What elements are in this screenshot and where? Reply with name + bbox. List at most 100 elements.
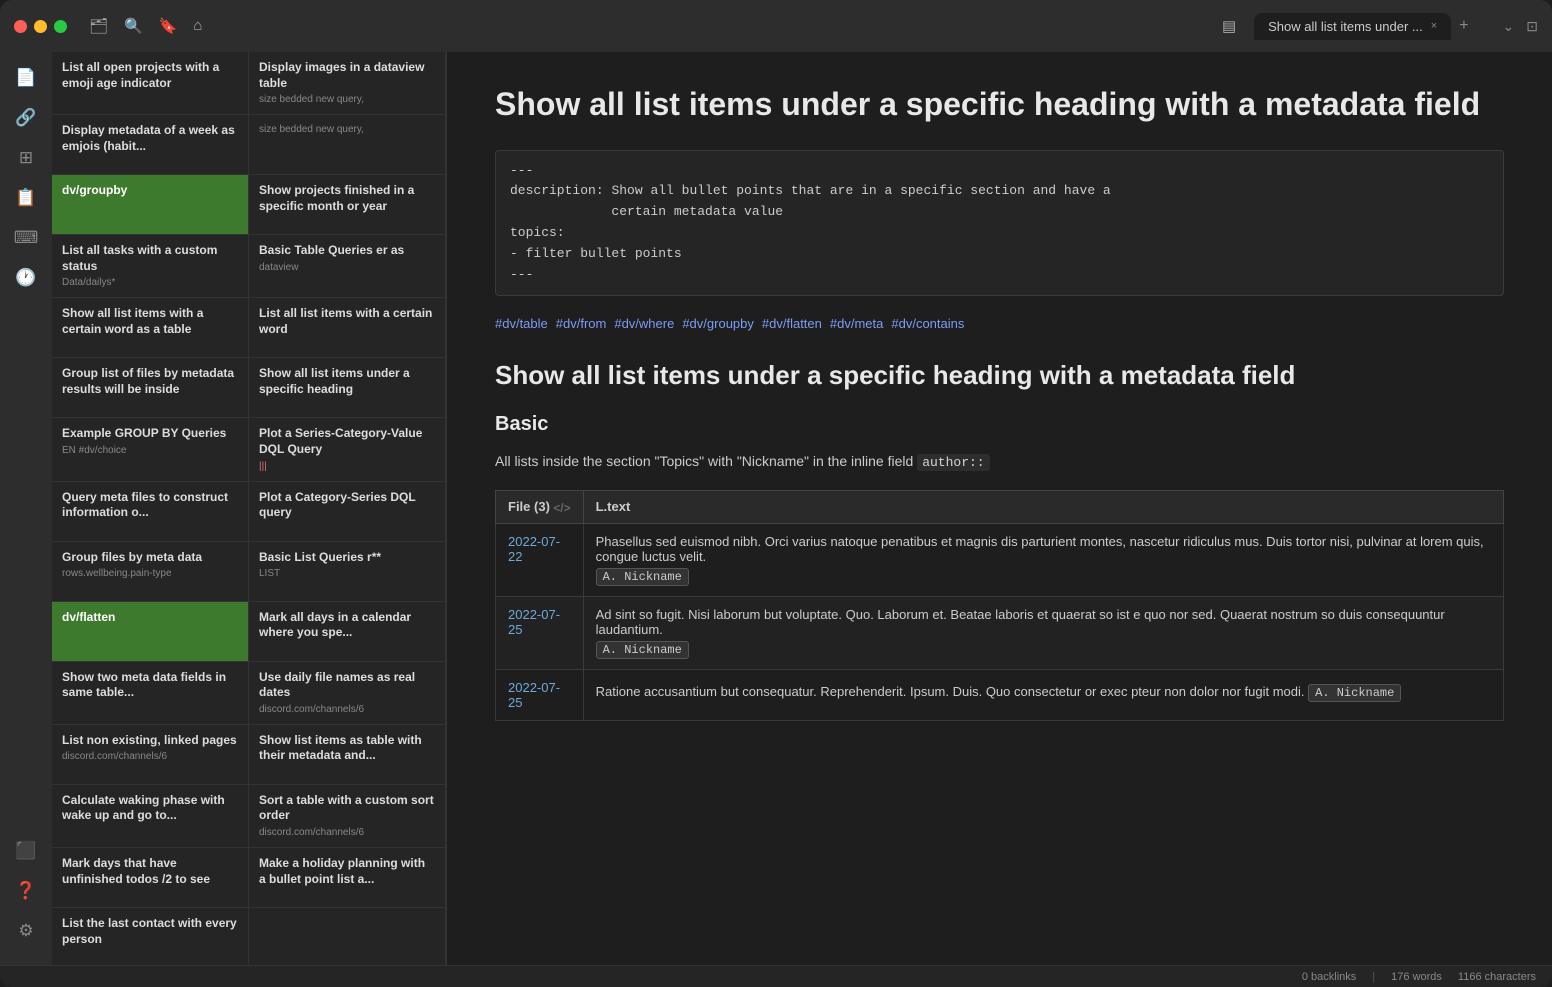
ab-links-icon[interactable]: 🔗: [8, 100, 44, 136]
frontmatter-dashes-top: ---: [510, 161, 1489, 182]
activity-bar: 📄 🔗 ⊞ 📋 ⌨ 🕐 ⬛ ❓ ⚙: [0, 52, 52, 965]
status-bar: 0 backlinks | 176 words 1166 characters: [0, 965, 1552, 987]
traffic-lights: [14, 20, 67, 33]
data-table: File (3) </> L.text 2022-07-22 Phasellus…: [495, 490, 1504, 721]
sidebar-item-26[interactable]: Make a holiday planning with a bullet po…: [249, 848, 446, 908]
app-window: 🗂 🔍 🔖 ⌂ ▤ Show all list items under ... …: [0, 0, 1552, 987]
table-cell-text-1: Phasellus sed euismod nibh. Orci varius …: [583, 523, 1503, 596]
content-area: Show all list items under a specific hea…: [447, 52, 1552, 965]
active-tab[interactable]: Show all list items under ... ×: [1254, 13, 1451, 40]
sidebar-item-dvgroupby[interactable]: dv/groupby: [52, 175, 249, 235]
sidebar-item-21[interactable]: List non existing, linked pages discord.…: [52, 725, 249, 785]
sidebar-item-10[interactable]: Group list of files by metadata results …: [52, 358, 249, 418]
tag-dv-where[interactable]: #dv/where: [614, 316, 674, 331]
sidebar-item-20[interactable]: Use daily file names as real dates disco…: [249, 662, 446, 725]
tag-dv-meta[interactable]: #dv/meta: [830, 316, 883, 331]
bookmark-icon[interactable]: 🔖: [159, 17, 178, 35]
ab-clipboard-icon[interactable]: 📋: [8, 180, 44, 216]
sidebar-item-4[interactable]: size bedded new query,: [249, 115, 446, 175]
sidebar-item-11[interactable]: Show all list items under a specific hea…: [249, 358, 446, 418]
ab-clock-icon[interactable]: 🕐: [8, 260, 44, 296]
table-cell-file-3: 2022-07-25: [496, 669, 584, 720]
titlebar: 🗂 🔍 🔖 ⌂ ▤ Show all list items under ... …: [0, 0, 1552, 52]
sidebar-item-6[interactable]: List all tasks with a custom status Data…: [52, 235, 249, 298]
main-body: 📄 🔗 ⊞ 📋 ⌨ 🕐 ⬛ ❓ ⚙ List all open projects…: [0, 52, 1552, 965]
code-toggle-icon[interactable]: </>: [553, 501, 570, 515]
tab-title: Show all list items under ...: [1268, 19, 1423, 34]
table-row: 2022-07-25 Ad sint so fugit. Nisi laboru…: [496, 596, 1504, 669]
chevron-down-icon[interactable]: ⌄: [1503, 18, 1515, 35]
tags-row: #dv/table #dv/from #dv/where #dv/groupby…: [495, 316, 1504, 331]
sidebar-item-12[interactable]: Example GROUP BY Queries EN #dv/choice: [52, 418, 249, 481]
sidebar-item-15[interactable]: Plot a Category-Series DQL query: [249, 482, 446, 542]
table-row: 2022-07-22 Phasellus sed euismod nibh. O…: [496, 523, 1504, 596]
nickname-badge-2: A. Nickname: [596, 641, 689, 659]
sidebar-item-19[interactable]: Show two meta data fields in same table.…: [52, 662, 249, 725]
col-header-ltext: L.text: [583, 490, 1503, 523]
sidebar-item-13[interactable]: Plot a Series-Category-Value DQL Query |…: [249, 418, 446, 481]
sidebar-item-8[interactable]: Show all list items with a certain word …: [52, 298, 249, 358]
tag-dv-groupby[interactable]: #dv/groupby: [682, 316, 754, 331]
sidebar-item-27[interactable]: List the last contact with every person: [52, 908, 249, 965]
table-row: 2022-07-25 Ratione accusantium but conse…: [496, 669, 1504, 720]
sidebar-item-25[interactable]: Mark days that have unfinished todos /2 …: [52, 848, 249, 908]
sidebar-toggle-icon[interactable]: ▤: [1222, 17, 1236, 35]
close-button[interactable]: [14, 20, 27, 33]
nickname-badge-1: A. Nickname: [596, 568, 689, 586]
backlinks-count: 0 backlinks: [1302, 971, 1356, 983]
sidebar-item-5[interactable]: Show projects finished in a specific mon…: [249, 175, 446, 235]
inline-code-author: author::: [917, 454, 989, 471]
sidebar-item-1[interactable]: List all open projects with a emoji age …: [52, 52, 249, 115]
table-cell-file-1: 2022-07-22: [496, 523, 584, 596]
tag-dv-flatten[interactable]: #dv/flatten: [762, 316, 822, 331]
tag-dv-table[interactable]: #dv/table: [495, 316, 548, 331]
maximize-button[interactable]: [54, 20, 67, 33]
frontmatter-dashes-bottom: ---: [510, 265, 1489, 286]
network-icon[interactable]: ⌂: [193, 17, 202, 35]
ab-settings-icon[interactable]: ⚙: [8, 913, 44, 949]
sidebar-item-17[interactable]: Basic List Queries r** LIST: [249, 542, 446, 602]
sidebar-item-14[interactable]: Query meta files to construct informatio…: [52, 482, 249, 542]
file-link-3[interactable]: 2022-07-25: [508, 680, 560, 710]
ab-publish-icon[interactable]: ⬛: [8, 833, 44, 869]
word-count: 176 words: [1391, 971, 1442, 983]
tab-close-button[interactable]: ×: [1431, 20, 1437, 32]
ab-terminal-icon[interactable]: ⌨: [8, 220, 44, 256]
activity-bar-top: 📄 🔗 ⊞ 📋 ⌨ 🕐: [8, 60, 44, 829]
ab-help-icon[interactable]: ❓: [8, 873, 44, 909]
split-view-icon[interactable]: ⊡: [1526, 18, 1538, 35]
frontmatter-desc-label: description:: [510, 183, 604, 198]
sidebar-item-2[interactable]: Display images in a dataview table size …: [249, 52, 446, 115]
sidebar-item-28[interactable]: [249, 908, 446, 965]
tabs: Show all list items under ... × +: [1254, 13, 1476, 40]
page-title: Show all list items under a specific hea…: [495, 84, 1504, 126]
tag-dv-from[interactable]: #dv/from: [556, 316, 607, 331]
sidebar-item-16[interactable]: Group files by meta data rows.wellbeing.…: [52, 542, 249, 602]
sidebar-item-3[interactable]: Display metadata of a week as emjois (ha…: [52, 115, 249, 175]
sidebar-item-7[interactable]: Basic Table Queries er as dataview: [249, 235, 446, 298]
tag-dv-contains[interactable]: #dv/contains: [891, 316, 964, 331]
sidebar: List all open projects with a emoji age …: [52, 52, 447, 965]
file-link-1[interactable]: 2022-07-22: [508, 534, 560, 564]
search-icon[interactable]: 🔍: [124, 17, 143, 35]
ab-files-icon[interactable]: 📄: [8, 60, 44, 96]
subsection-title: Basic: [495, 413, 1504, 436]
ab-grid-icon[interactable]: ⊞: [8, 140, 44, 176]
sidebar-item-9[interactable]: List all list items with a certain word: [249, 298, 446, 358]
sidebar-item-dvflatten[interactable]: dv/flatten: [52, 602, 249, 662]
sidebar-item-22[interactable]: Show list items as table with their meta…: [249, 725, 446, 785]
titlebar-right: ⌄ ⊡: [1503, 18, 1538, 35]
sidebar-item-23[interactable]: Calculate waking phase with wake up and …: [52, 785, 249, 848]
nickname-badge-3: A. Nickname: [1308, 684, 1401, 702]
table-cell-file-2: 2022-07-25: [496, 596, 584, 669]
frontmatter-topics-label: topics:: [510, 225, 565, 240]
minimize-button[interactable]: [34, 20, 47, 33]
sidebar-item-24[interactable]: Sort a table with a custom sort order di…: [249, 785, 446, 848]
sidebar-grid: List all open projects with a emoji age …: [52, 52, 446, 965]
char-count: 1166 characters: [1458, 971, 1536, 983]
folder-icon[interactable]: 🗂: [89, 17, 108, 35]
file-link-2[interactable]: 2022-07-25: [508, 607, 560, 637]
sidebar-item-18[interactable]: Mark all days in a calendar where you sp…: [249, 602, 446, 662]
activity-bar-bottom: ⬛ ❓ ⚙: [8, 833, 44, 957]
new-tab-button[interactable]: +: [1451, 17, 1476, 35]
